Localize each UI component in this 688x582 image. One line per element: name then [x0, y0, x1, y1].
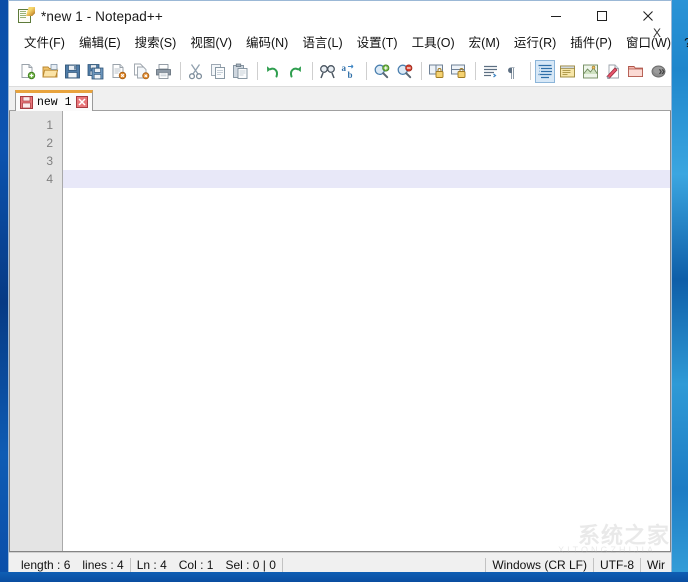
menu-plugins[interactable]: 插件(P)	[563, 34, 619, 53]
code-line-current[interactable]	[63, 170, 670, 188]
save-all-icon[interactable]	[85, 60, 106, 83]
tab-label: new 1	[37, 96, 72, 109]
word-wrap-icon[interactable]	[480, 60, 501, 83]
svg-text:b: b	[348, 70, 353, 80]
toolbar: a b	[9, 56, 671, 87]
menu-settings[interactable]: 设置(T)	[350, 34, 405, 53]
undo-icon[interactable]	[262, 60, 283, 83]
menu-edit[interactable]: 编辑(E)	[72, 34, 128, 53]
close-all-icon[interactable]	[131, 60, 152, 83]
close-button[interactable]	[625, 1, 671, 31]
tab-bar: new 1	[9, 87, 671, 111]
minimize-button[interactable]	[533, 1, 579, 31]
toolbar-separator	[530, 62, 531, 80]
menu-window[interactable]: 窗口(W)	[619, 34, 678, 53]
taskbar-sliver	[0, 572, 688, 582]
document-map-icon[interactable]	[580, 60, 601, 83]
screen: *new 1 - Notepad++ 文件(F) 编辑(E) 搜索(S) 视图(…	[0, 0, 688, 582]
paste-icon[interactable]	[231, 60, 252, 83]
open-file-icon[interactable]	[40, 60, 61, 83]
code-surface[interactable]	[63, 111, 670, 551]
print-icon[interactable]	[153, 60, 174, 83]
find-icon[interactable]	[317, 60, 338, 83]
notepad-plus-plus-icon	[18, 8, 34, 24]
editor-area[interactable]: 1 2 3 4	[9, 111, 671, 552]
new-file-icon[interactable]	[17, 60, 38, 83]
toolbar-separator	[257, 62, 258, 80]
close-file-icon[interactable]	[108, 60, 129, 83]
tab-close-icon[interactable]	[76, 96, 88, 108]
status-lines: lines : 4	[76, 559, 129, 571]
status-col: Col : 1	[173, 559, 220, 571]
maximize-button[interactable]	[579, 1, 625, 31]
menu-bar: 文件(F) 编辑(E) 搜索(S) 视图(V) 编码(N) 语言(L) 设置(T…	[9, 31, 671, 56]
line-number-gutter: 1 2 3 4	[10, 111, 63, 551]
menu-language[interactable]: 语言(L)	[295, 34, 349, 53]
menu-tools[interactable]: 工具(O)	[405, 34, 462, 53]
replace-icon[interactable]: a b	[340, 60, 361, 83]
line-number: 2	[10, 134, 62, 152]
line-number: 3	[10, 152, 62, 170]
window-title: *new 1 - Notepad++	[41, 9, 163, 24]
menu-macro[interactable]: 宏(M)	[462, 34, 507, 53]
toolbar-separator	[421, 62, 422, 80]
copy-icon[interactable]	[208, 60, 229, 83]
toolbar-separator	[366, 62, 367, 80]
status-ln: Ln : 4	[131, 559, 173, 571]
unsaved-file-icon	[20, 96, 33, 109]
folder-workspace-icon[interactable]	[626, 60, 647, 83]
svg-text:¶: ¶	[508, 65, 515, 80]
user-defined-dialog-icon[interactable]	[557, 60, 578, 83]
sync-horizontal-scroll-icon[interactable]	[448, 60, 469, 83]
code-line[interactable]	[63, 116, 670, 134]
menu-help[interactable]: ?	[678, 34, 688, 53]
toolbar-separator	[475, 62, 476, 80]
menu-view[interactable]: 视图(V)	[183, 34, 239, 53]
show-all-characters-icon[interactable]: ¶	[503, 60, 524, 83]
toolbar-separator	[312, 62, 313, 80]
status-length: length : 6	[15, 559, 76, 571]
menu-encoding[interactable]: 编码(N)	[239, 34, 295, 53]
line-number: 1	[10, 116, 62, 134]
toolbar-separator	[180, 62, 181, 80]
status-encoding[interactable]: UTF-8	[594, 559, 640, 571]
status-divider	[282, 558, 283, 573]
tab-new-1[interactable]: new 1	[15, 90, 93, 111]
code-line[interactable]	[63, 134, 670, 152]
toolbar-overflow-chevron-icon[interactable]: »	[658, 64, 665, 78]
menu-search[interactable]: 搜索(S)	[128, 34, 184, 53]
sync-vertical-scroll-icon[interactable]	[426, 60, 447, 83]
save-icon[interactable]	[62, 60, 83, 83]
window-controls	[533, 1, 671, 31]
indent-guide-icon[interactable]	[535, 60, 556, 83]
zoom-out-icon[interactable]	[394, 60, 415, 83]
code-line[interactable]	[63, 152, 670, 170]
title-bar[interactable]: *new 1 - Notepad++	[9, 1, 671, 31]
cut-icon[interactable]	[185, 60, 206, 83]
status-insert-mode[interactable]: Wir	[641, 559, 671, 571]
zoom-in-icon[interactable]	[371, 60, 392, 83]
notepadpp-window: *new 1 - Notepad++ 文件(F) 编辑(E) 搜索(S) 视图(…	[8, 0, 672, 578]
line-number: 4	[10, 170, 62, 188]
menu-run[interactable]: 运行(R)	[507, 34, 563, 53]
status-eol[interactable]: Windows (CR LF)	[486, 559, 593, 571]
function-list-icon[interactable]	[603, 60, 624, 83]
svg-text:a: a	[342, 63, 347, 73]
status-sel: Sel : 0 | 0	[219, 559, 281, 571]
redo-icon[interactable]	[285, 60, 306, 83]
close-document-button[interactable]: X	[653, 27, 661, 39]
menu-file[interactable]: 文件(F)	[17, 34, 72, 53]
